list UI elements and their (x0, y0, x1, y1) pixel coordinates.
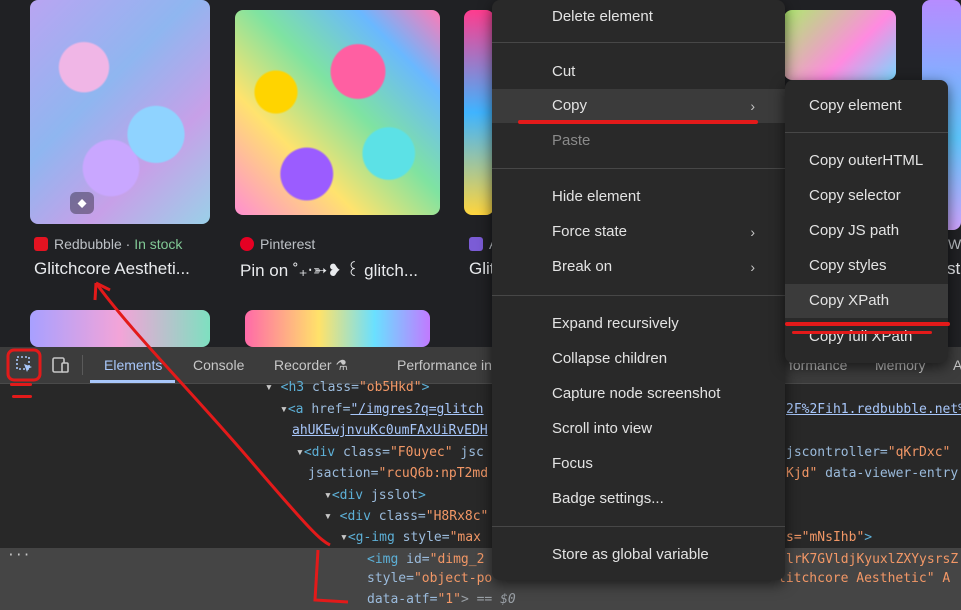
annotation-arrow-line (94, 282, 331, 547)
annotation-box-inspect (6, 348, 42, 382)
annotation-overlay (6, 281, 349, 604)
annotation-bracket (313, 549, 349, 604)
